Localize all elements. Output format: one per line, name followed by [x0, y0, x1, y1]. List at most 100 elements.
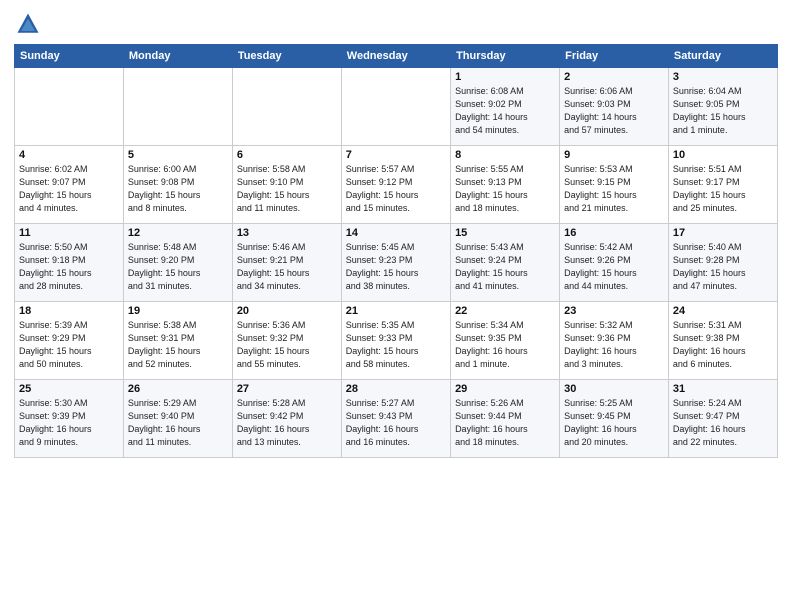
day-info: Sunrise: 6:00 AM Sunset: 9:08 PM Dayligh… [128, 163, 228, 215]
calendar-cell [341, 68, 450, 146]
day-info: Sunrise: 5:34 AM Sunset: 9:35 PM Dayligh… [455, 319, 555, 371]
day-number: 24 [673, 305, 773, 317]
calendar-cell: 18 Sunrise: 5:39 AM Sunset: 9:29 PM Dayli… [15, 302, 124, 380]
calendar-week-row-3: 11Sunrise: 5:50 AM Sunset: 9:18 PM Dayli… [15, 224, 778, 302]
day-info: Sunrise: 6:02 AM Sunset: 9:07 PM Dayligh… [19, 163, 119, 215]
calendar-cell: 26 Sunrise: 5:29 AM Sunset: 9:40 PM Dayli… [123, 380, 232, 458]
calendar-cell: 1 Sunrise: 6:08 AM Sunset: 9:02 PM Daylig… [451, 68, 560, 146]
calendar-week-row-5: 25 Sunrise: 5:30 AM Sunset: 9:39 PM Dayli… [15, 380, 778, 458]
calendar-header-sunday: Sunday [15, 45, 124, 68]
calendar-week-row-1: 1 Sunrise: 6:08 AM Sunset: 9:02 PM Daylig… [15, 68, 778, 146]
calendar-cell: 27 Sunrise: 5:28 AM Sunset: 9:42 PM Dayli… [232, 380, 341, 458]
calendar-cell: 25 Sunrise: 5:30 AM Sunset: 9:39 PM Dayli… [15, 380, 124, 458]
day-info: Sunrise: 5:58 AM Sunset: 9:10 PM Dayligh… [237, 163, 337, 215]
day-number: 3 [673, 71, 773, 83]
day-number: 5 [128, 149, 228, 161]
day-info: Sunrise: 5:32 AM Sunset: 9:36 PM Dayligh… [564, 319, 664, 371]
day-number: 31 [673, 383, 773, 395]
calendar-cell [15, 68, 124, 146]
day-number: 21 [346, 305, 446, 317]
day-info: Sunrise: 5:26 AM Sunset: 9:44 PM Dayligh… [455, 397, 555, 449]
day-info: Sunrise: 5:46 AM Sunset: 9:21 PM Dayligh… [237, 241, 337, 293]
calendar-cell: 9Sunrise: 5:53 AM Sunset: 9:15 PM Daylig… [560, 146, 669, 224]
day-info: Sunrise: 5:55 AM Sunset: 9:13 PM Dayligh… [455, 163, 555, 215]
calendar-cell: 21 Sunrise: 5:35 AM Sunset: 9:33 PM Dayli… [341, 302, 450, 380]
day-info: Sunrise: 6:08 AM Sunset: 9:02 PM Dayligh… [455, 85, 555, 137]
day-info: Sunrise: 5:53 AM Sunset: 9:15 PM Dayligh… [564, 163, 664, 215]
calendar-cell: 6 Sunrise: 5:58 AM Sunset: 9:10 PM Daylig… [232, 146, 341, 224]
calendar-cell: 30 Sunrise: 5:25 AM Sunset: 9:45 PM Dayli… [560, 380, 669, 458]
day-info: Sunrise: 5:27 AM Sunset: 9:43 PM Dayligh… [346, 397, 446, 449]
day-number: 27 [237, 383, 337, 395]
day-info: Sunrise: 5:48 AM Sunset: 9:20 PM Dayligh… [128, 241, 228, 293]
calendar-cell: 23Sunrise: 5:32 AM Sunset: 9:36 PM Dayli… [560, 302, 669, 380]
calendar-cell: 10Sunrise: 5:51 AM Sunset: 9:17 PM Dayli… [668, 146, 777, 224]
day-info: Sunrise: 5:24 AM Sunset: 9:47 PM Dayligh… [673, 397, 773, 449]
calendar-header-monday: Monday [123, 45, 232, 68]
day-number: 8 [455, 149, 555, 161]
day-info: Sunrise: 5:50 AM Sunset: 9:18 PM Dayligh… [19, 241, 119, 293]
calendar-cell: 14 Sunrise: 5:45 AM Sunset: 9:23 PM Dayli… [341, 224, 450, 302]
calendar-cell: 31 Sunrise: 5:24 AM Sunset: 9:47 PM Dayli… [668, 380, 777, 458]
day-number: 4 [19, 149, 119, 161]
calendar-cell: 20 Sunrise: 5:36 AM Sunset: 9:32 PM Dayli… [232, 302, 341, 380]
calendar-week-row-2: 4 Sunrise: 6:02 AM Sunset: 9:07 PM Daylig… [15, 146, 778, 224]
day-number: 20 [237, 305, 337, 317]
calendar-cell: 4 Sunrise: 6:02 AM Sunset: 9:07 PM Daylig… [15, 146, 124, 224]
day-info: Sunrise: 5:36 AM Sunset: 9:32 PM Dayligh… [237, 319, 337, 371]
calendar-header-saturday: Saturday [668, 45, 777, 68]
calendar-header-friday: Friday [560, 45, 669, 68]
day-number: 2 [564, 71, 664, 83]
day-info: Sunrise: 5:57 AM Sunset: 9:12 PM Dayligh… [346, 163, 446, 215]
day-number: 16 [564, 227, 664, 239]
day-info: Sunrise: 5:28 AM Sunset: 9:42 PM Dayligh… [237, 397, 337, 449]
day-number: 26 [128, 383, 228, 395]
page: SundayMondayTuesdayWednesdayThursdayFrid… [0, 0, 792, 464]
header [14, 10, 778, 38]
calendar-cell: 13 Sunrise: 5:46 AM Sunset: 9:21 PM Dayli… [232, 224, 341, 302]
day-info: Sunrise: 5:45 AM Sunset: 9:23 PM Dayligh… [346, 241, 446, 293]
calendar-cell: 3 Sunrise: 6:04 AM Sunset: 9:05 PM Daylig… [668, 68, 777, 146]
calendar-cell: 17Sunrise: 5:40 AM Sunset: 9:28 PM Dayli… [668, 224, 777, 302]
calendar-table: SundayMondayTuesdayWednesdayThursdayFrid… [14, 44, 778, 458]
day-info: Sunrise: 5:39 AM Sunset: 9:29 PM Dayligh… [19, 319, 119, 371]
day-info: Sunrise: 5:25 AM Sunset: 9:45 PM Dayligh… [564, 397, 664, 449]
day-number: 12 [128, 227, 228, 239]
day-number: 1 [455, 71, 555, 83]
calendar-header-thursday: Thursday [451, 45, 560, 68]
day-info: Sunrise: 5:31 AM Sunset: 9:38 PM Dayligh… [673, 319, 773, 371]
day-number: 22 [455, 305, 555, 317]
day-number: 6 [237, 149, 337, 161]
day-info: Sunrise: 5:29 AM Sunset: 9:40 PM Dayligh… [128, 397, 228, 449]
day-number: 25 [19, 383, 119, 395]
day-number: 28 [346, 383, 446, 395]
day-info: Sunrise: 5:43 AM Sunset: 9:24 PM Dayligh… [455, 241, 555, 293]
day-number: 15 [455, 227, 555, 239]
day-number: 18 [19, 305, 119, 317]
day-number: 14 [346, 227, 446, 239]
day-number: 29 [455, 383, 555, 395]
calendar-header-wednesday: Wednesday [341, 45, 450, 68]
calendar-cell: 24 Sunrise: 5:31 AM Sunset: 9:38 PM Dayli… [668, 302, 777, 380]
calendar-header-row: SundayMondayTuesdayWednesdayThursdayFrid… [15, 45, 778, 68]
calendar-cell: 7 Sunrise: 5:57 AM Sunset: 9:12 PM Daylig… [341, 146, 450, 224]
day-number: 7 [346, 149, 446, 161]
calendar-cell: 15 Sunrise: 5:43 AM Sunset: 9:24 PM Dayli… [451, 224, 560, 302]
day-info: Sunrise: 6:04 AM Sunset: 9:05 PM Dayligh… [673, 85, 773, 137]
calendar-cell: 29 Sunrise: 5:26 AM Sunset: 9:44 PM Dayli… [451, 380, 560, 458]
day-number: 17 [673, 227, 773, 239]
calendar-week-row-4: 18 Sunrise: 5:39 AM Sunset: 9:29 PM Dayli… [15, 302, 778, 380]
calendar-cell: 16Sunrise: 5:42 AM Sunset: 9:26 PM Dayli… [560, 224, 669, 302]
day-info: Sunrise: 6:06 AM Sunset: 9:03 PM Dayligh… [564, 85, 664, 137]
day-info: Sunrise: 5:30 AM Sunset: 9:39 PM Dayligh… [19, 397, 119, 449]
day-number: 13 [237, 227, 337, 239]
day-number: 19 [128, 305, 228, 317]
calendar-cell [123, 68, 232, 146]
day-number: 30 [564, 383, 664, 395]
day-info: Sunrise: 5:35 AM Sunset: 9:33 PM Dayligh… [346, 319, 446, 371]
calendar-cell: 5 Sunrise: 6:00 AM Sunset: 9:08 PM Daylig… [123, 146, 232, 224]
calendar-cell: 19Sunrise: 5:38 AM Sunset: 9:31 PM Dayli… [123, 302, 232, 380]
calendar-cell [232, 68, 341, 146]
calendar-cell: 2 Sunrise: 6:06 AM Sunset: 9:03 PM Daylig… [560, 68, 669, 146]
calendar-cell: 11Sunrise: 5:50 AM Sunset: 9:18 PM Dayli… [15, 224, 124, 302]
